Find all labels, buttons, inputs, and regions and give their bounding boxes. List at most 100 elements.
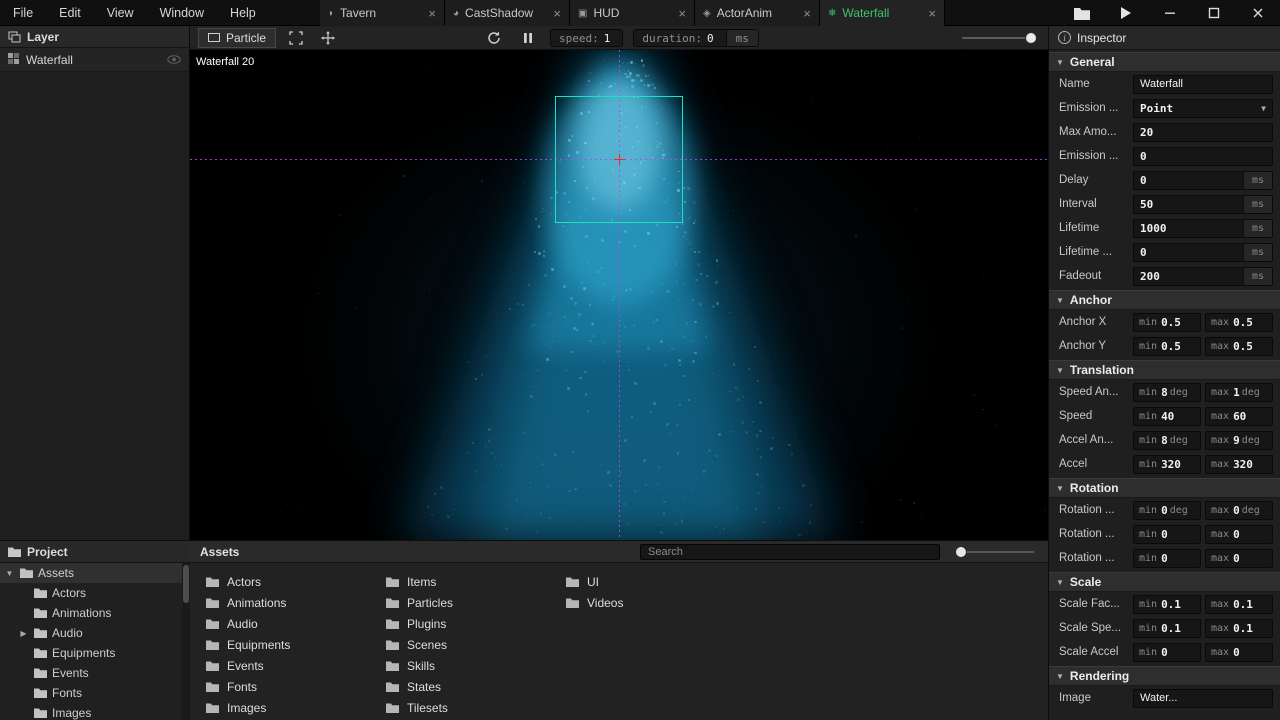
section-header-anchor[interactable]: ▼Anchor: [1049, 290, 1280, 310]
min-field[interactable]: min40: [1133, 407, 1201, 426]
tab-actoranim[interactable]: ◈ActorAnim×: [695, 0, 820, 26]
pause-button[interactable]: [516, 28, 540, 48]
tree-item-actors[interactable]: Actors: [0, 583, 182, 603]
speed-field[interactable]: speed: 1: [550, 29, 623, 47]
search-input[interactable]: [640, 544, 940, 560]
tree-item-events[interactable]: Events: [0, 663, 182, 683]
max-field[interactable]: max0.1: [1205, 595, 1273, 614]
min-field[interactable]: min8deg: [1133, 431, 1201, 450]
tab-close-icon[interactable]: ×: [553, 7, 561, 20]
max-field[interactable]: max0: [1205, 525, 1273, 544]
max-field[interactable]: max0.5: [1205, 313, 1273, 332]
tree-item-assets[interactable]: ▼Assets: [0, 563, 182, 583]
open-folder-button[interactable]: [1060, 0, 1104, 26]
asset-folder-fonts[interactable]: Fonts: [206, 676, 386, 697]
min-field[interactable]: min0.5: [1133, 313, 1201, 332]
section-header-general[interactable]: ▼General: [1049, 52, 1280, 72]
min-field[interactable]: min320: [1133, 455, 1201, 474]
layer-item-waterfall[interactable]: Waterfall: [0, 48, 189, 72]
project-scrollbar[interactable]: [182, 563, 190, 720]
asset-folder-particles[interactable]: Particles: [386, 592, 566, 613]
tab-close-icon[interactable]: ×: [678, 7, 686, 20]
viewport-zoom-slider[interactable]: [962, 37, 1034, 39]
max-field[interactable]: max0.5: [1205, 337, 1273, 356]
tree-item-images[interactable]: Images: [0, 703, 182, 720]
min-field[interactable]: min0: [1133, 643, 1201, 662]
number-field[interactable]: 1000ms: [1133, 219, 1273, 238]
tree-item-equipments[interactable]: Equipments: [0, 643, 182, 663]
fit-view-button[interactable]: [284, 28, 308, 48]
asset-folder-plugins[interactable]: Plugins: [386, 613, 566, 634]
viewport-zoom-knob[interactable]: [1025, 32, 1037, 44]
restart-button[interactable]: [482, 28, 506, 48]
caret-right-icon[interactable]: ▶: [18, 629, 29, 638]
particle-mode-tab[interactable]: Particle: [198, 28, 276, 48]
center-origin-button[interactable]: [316, 28, 340, 48]
maximize-button[interactable]: [1192, 0, 1236, 26]
asset-folder-ui[interactable]: UI: [566, 571, 746, 592]
asset-folder-equipments[interactable]: Equipments: [206, 634, 386, 655]
number-field[interactable]: 0ms: [1133, 171, 1273, 190]
visibility-eye-icon[interactable]: [167, 53, 181, 67]
asset-folder-images[interactable]: Images: [206, 697, 386, 718]
menu-file[interactable]: File: [0, 0, 46, 26]
section-header-rotation[interactable]: ▼Rotation: [1049, 478, 1280, 498]
menu-help[interactable]: Help: [217, 0, 269, 26]
tree-item-audio[interactable]: ▶Audio: [0, 623, 182, 643]
asset-folder-animations[interactable]: Animations: [206, 592, 386, 613]
project-scrollbar-thumb[interactable]: [183, 565, 189, 603]
asset-folder-states[interactable]: States: [386, 676, 566, 697]
tab-close-icon[interactable]: ×: [428, 7, 436, 20]
asset-folder-actors[interactable]: Actors: [206, 571, 386, 592]
max-field[interactable]: max1deg: [1205, 383, 1273, 402]
max-field[interactable]: max9deg: [1205, 431, 1273, 450]
number-field[interactable]: 20: [1133, 123, 1273, 142]
number-field[interactable]: 200ms: [1133, 267, 1273, 286]
tab-close-icon[interactable]: ×: [928, 7, 936, 20]
section-header-translation[interactable]: ▼Translation: [1049, 360, 1280, 380]
tree-item-animations[interactable]: Animations: [0, 603, 182, 623]
min-field[interactable]: min0.5: [1133, 337, 1201, 356]
min-field[interactable]: min0: [1133, 549, 1201, 568]
section-header-rendering[interactable]: ▼Rendering: [1049, 666, 1280, 686]
select-field[interactable]: Point▼: [1133, 99, 1273, 118]
minimize-button[interactable]: [1148, 0, 1192, 26]
duration-field[interactable]: duration: 0 ms: [633, 29, 758, 47]
tab-close-icon[interactable]: ×: [803, 7, 811, 20]
section-header-scale[interactable]: ▼Scale: [1049, 572, 1280, 592]
tab-castshadow[interactable]: ◕CastShadow×: [445, 0, 570, 26]
asset-folder-skills[interactable]: Skills: [386, 655, 566, 676]
assets-zoom-slider[interactable]: [958, 551, 1034, 553]
viewport-canvas[interactable]: Waterfall 20: [190, 50, 1048, 540]
asset-folder-scenes[interactable]: Scenes: [386, 634, 566, 655]
caret-down-icon[interactable]: ▼: [4, 569, 15, 578]
tab-hud[interactable]: ▣HUD×: [570, 0, 695, 26]
text-field[interactable]: Water...: [1133, 689, 1273, 708]
menu-window[interactable]: Window: [147, 0, 217, 26]
tab-tavern[interactable]: ◗Tavern×: [320, 0, 445, 26]
assets-zoom-knob[interactable]: [955, 546, 967, 558]
max-field[interactable]: max320: [1205, 455, 1273, 474]
tab-waterfall[interactable]: ❄Waterfall×: [820, 0, 945, 26]
min-field[interactable]: min0deg: [1133, 501, 1201, 520]
asset-folder-events[interactable]: Events: [206, 655, 386, 676]
max-field[interactable]: max0deg: [1205, 501, 1273, 520]
min-field[interactable]: min0: [1133, 525, 1201, 544]
max-field[interactable]: max0: [1205, 549, 1273, 568]
close-button[interactable]: [1236, 0, 1280, 26]
number-field[interactable]: 0ms: [1133, 243, 1273, 262]
asset-folder-tilesets[interactable]: Tilesets: [386, 697, 566, 718]
max-field[interactable]: max60: [1205, 407, 1273, 426]
text-field[interactable]: Waterfall: [1133, 75, 1273, 94]
max-field[interactable]: max0.1: [1205, 619, 1273, 638]
tree-item-fonts[interactable]: Fonts: [0, 683, 182, 703]
min-field[interactable]: min8deg: [1133, 383, 1201, 402]
max-field[interactable]: max0: [1205, 643, 1273, 662]
min-field[interactable]: min0.1: [1133, 595, 1201, 614]
play-button[interactable]: [1104, 0, 1148, 26]
asset-folder-videos[interactable]: Videos: [566, 592, 746, 613]
menu-edit[interactable]: Edit: [46, 0, 94, 26]
number-field[interactable]: 50ms: [1133, 195, 1273, 214]
min-field[interactable]: min0.1: [1133, 619, 1201, 638]
menu-view[interactable]: View: [94, 0, 147, 26]
